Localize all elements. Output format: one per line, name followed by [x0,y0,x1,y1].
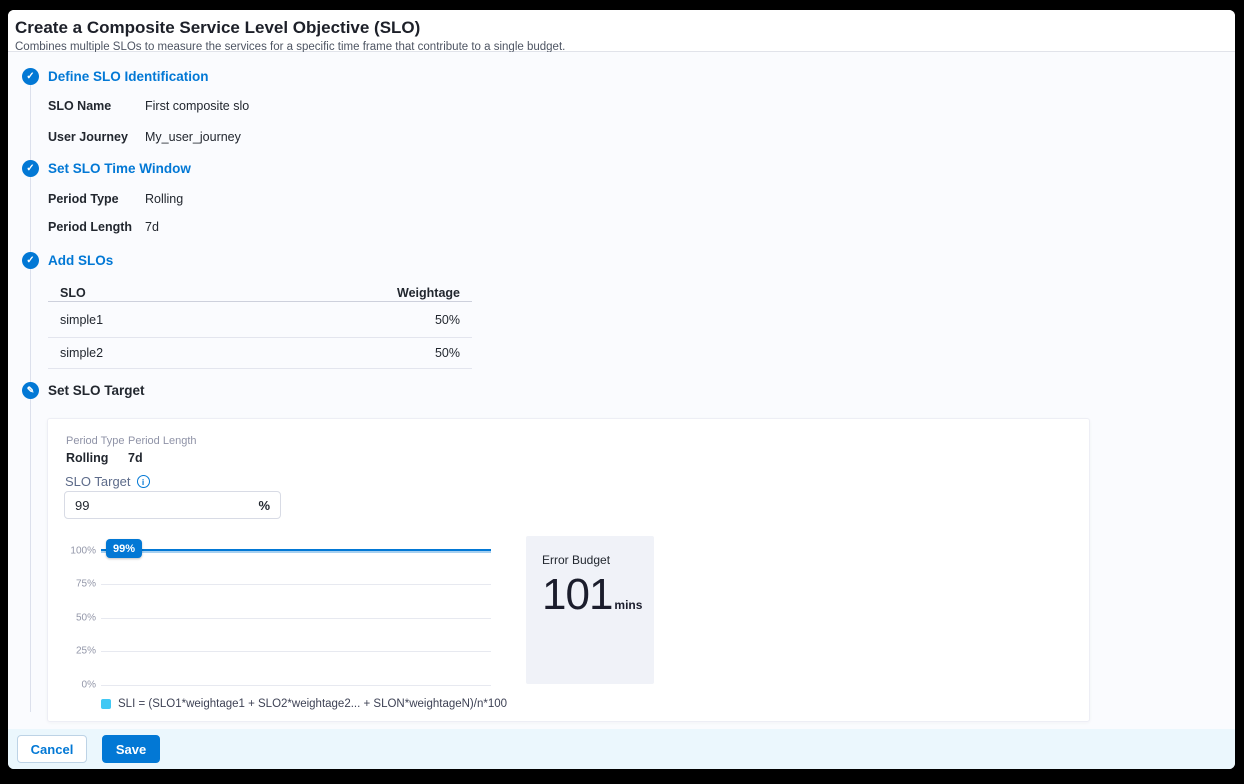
check-glyph: ✓ [26,256,34,266]
wizard-content: ✓ Define SLO Identification SLO Name Fir… [8,52,1235,729]
gridline-75 [101,584,491,585]
cancel-button[interactable]: Cancel [17,735,87,763]
gridline-25 [101,651,491,652]
cell-slo-name: simple2 [60,346,103,360]
field-label: SLO Name [48,99,145,113]
cell-slo-name: simple1 [60,313,103,327]
step-header-set-slo-target[interactable]: ✎ Set SLO Target [22,382,145,399]
step-header-add-slos[interactable]: ✓ Add SLOs [22,252,113,269]
step-header-set-slo-time-window[interactable]: ✓ Set SLO Time Window [22,160,191,177]
table-row: simple2 50% [48,338,472,369]
field-label: Period Type [48,192,145,206]
field-row-period-type: Period Type Rolling [48,192,183,206]
info-icon[interactable]: i [137,475,150,488]
save-button[interactable]: Save [102,735,160,763]
field-row-slo-name: SLO Name First composite slo [48,99,249,113]
y-tick-100: 100% [56,546,96,557]
error-budget-value: 101 [542,573,612,617]
step-header-define-slo-identification[interactable]: ✓ Define SLO Identification [22,68,209,85]
check-icon: ✓ [22,160,39,177]
cell-weightage: 50% [435,313,460,327]
slo-target-label-row: SLO Target i [65,474,150,489]
slo-target-label: SLO Target [65,474,131,489]
field-label: User Journey [48,130,145,144]
y-tick-75: 75% [56,579,96,590]
check-glyph: ✓ [26,164,34,174]
step-title: Set SLO Target [48,383,145,398]
y-tick-50: 50% [56,613,96,624]
page-title: Create a Composite Service Level Objecti… [15,18,1219,38]
legend-label: SLI = (SLO1*weightage1 + SLO2*weightage2… [118,698,507,710]
edit-glyph: ✎ [27,386,35,395]
slo-target-input-wrap: % [64,491,281,519]
legend-swatch-icon [101,699,111,709]
column-header-weightage: Weightage [397,286,460,300]
percent-suffix: % [258,498,270,513]
cell-weightage: 50% [435,346,460,360]
period-length-value: 7d [128,451,143,465]
step-title: Set SLO Time Window [48,161,191,176]
step-title: Define SLO Identification [48,69,209,84]
field-label: Period Length [48,220,145,234]
error-budget-card: Error Budget 101 mins [526,536,654,684]
gridline-50 [101,618,491,619]
period-length-label: Period Length [128,435,197,447]
check-icon: ✓ [22,68,39,85]
field-value: 7d [145,220,159,234]
check-glyph: ✓ [26,72,34,82]
y-tick-0: 0% [56,680,96,691]
table-header-row: SLO Weightage [48,284,472,302]
error-budget-label: Error Budget [542,553,638,567]
step-title: Add SLOs [48,253,113,268]
chart-legend: SLI = (SLO1*weightage1 + SLO2*weightage2… [101,698,507,710]
slos-weightage-table: SLO Weightage simple1 50% simple2 50% [48,284,472,369]
column-header-slo: SLO [60,286,86,300]
error-budget-value-row: 101 mins [542,573,638,617]
error-budget-unit: mins [614,598,642,612]
edit-icon: ✎ [22,382,39,399]
field-row-period-length: Period Length 7d [48,220,159,234]
slo-target-input[interactable] [75,498,258,513]
field-value: My_user_journey [145,130,241,144]
slo-target-slider-handle[interactable]: 99% [106,539,142,558]
y-tick-25: 25% [56,646,96,657]
field-value: Rolling [145,192,183,206]
slo-target-panel: Period Type Period Length Rolling 7d SLO… [47,418,1090,722]
period-type-value: Rolling [66,451,108,465]
gridline-0 [101,685,491,686]
info-glyph: i [142,477,144,487]
create-composite-slo-dialog: Create a Composite Service Level Objecti… [8,10,1235,769]
field-value: First composite slo [145,99,249,113]
field-row-user-journey: User Journey My_user_journey [48,130,241,144]
dialog-header: Create a Composite Service Level Objecti… [8,10,1235,52]
slo-target-slider-track[interactable] [101,549,491,551]
period-type-label: Period Type [66,435,125,447]
table-row: simple1 50% [48,302,472,338]
check-icon: ✓ [22,252,39,269]
dialog-footer: Cancel Save [8,729,1235,769]
